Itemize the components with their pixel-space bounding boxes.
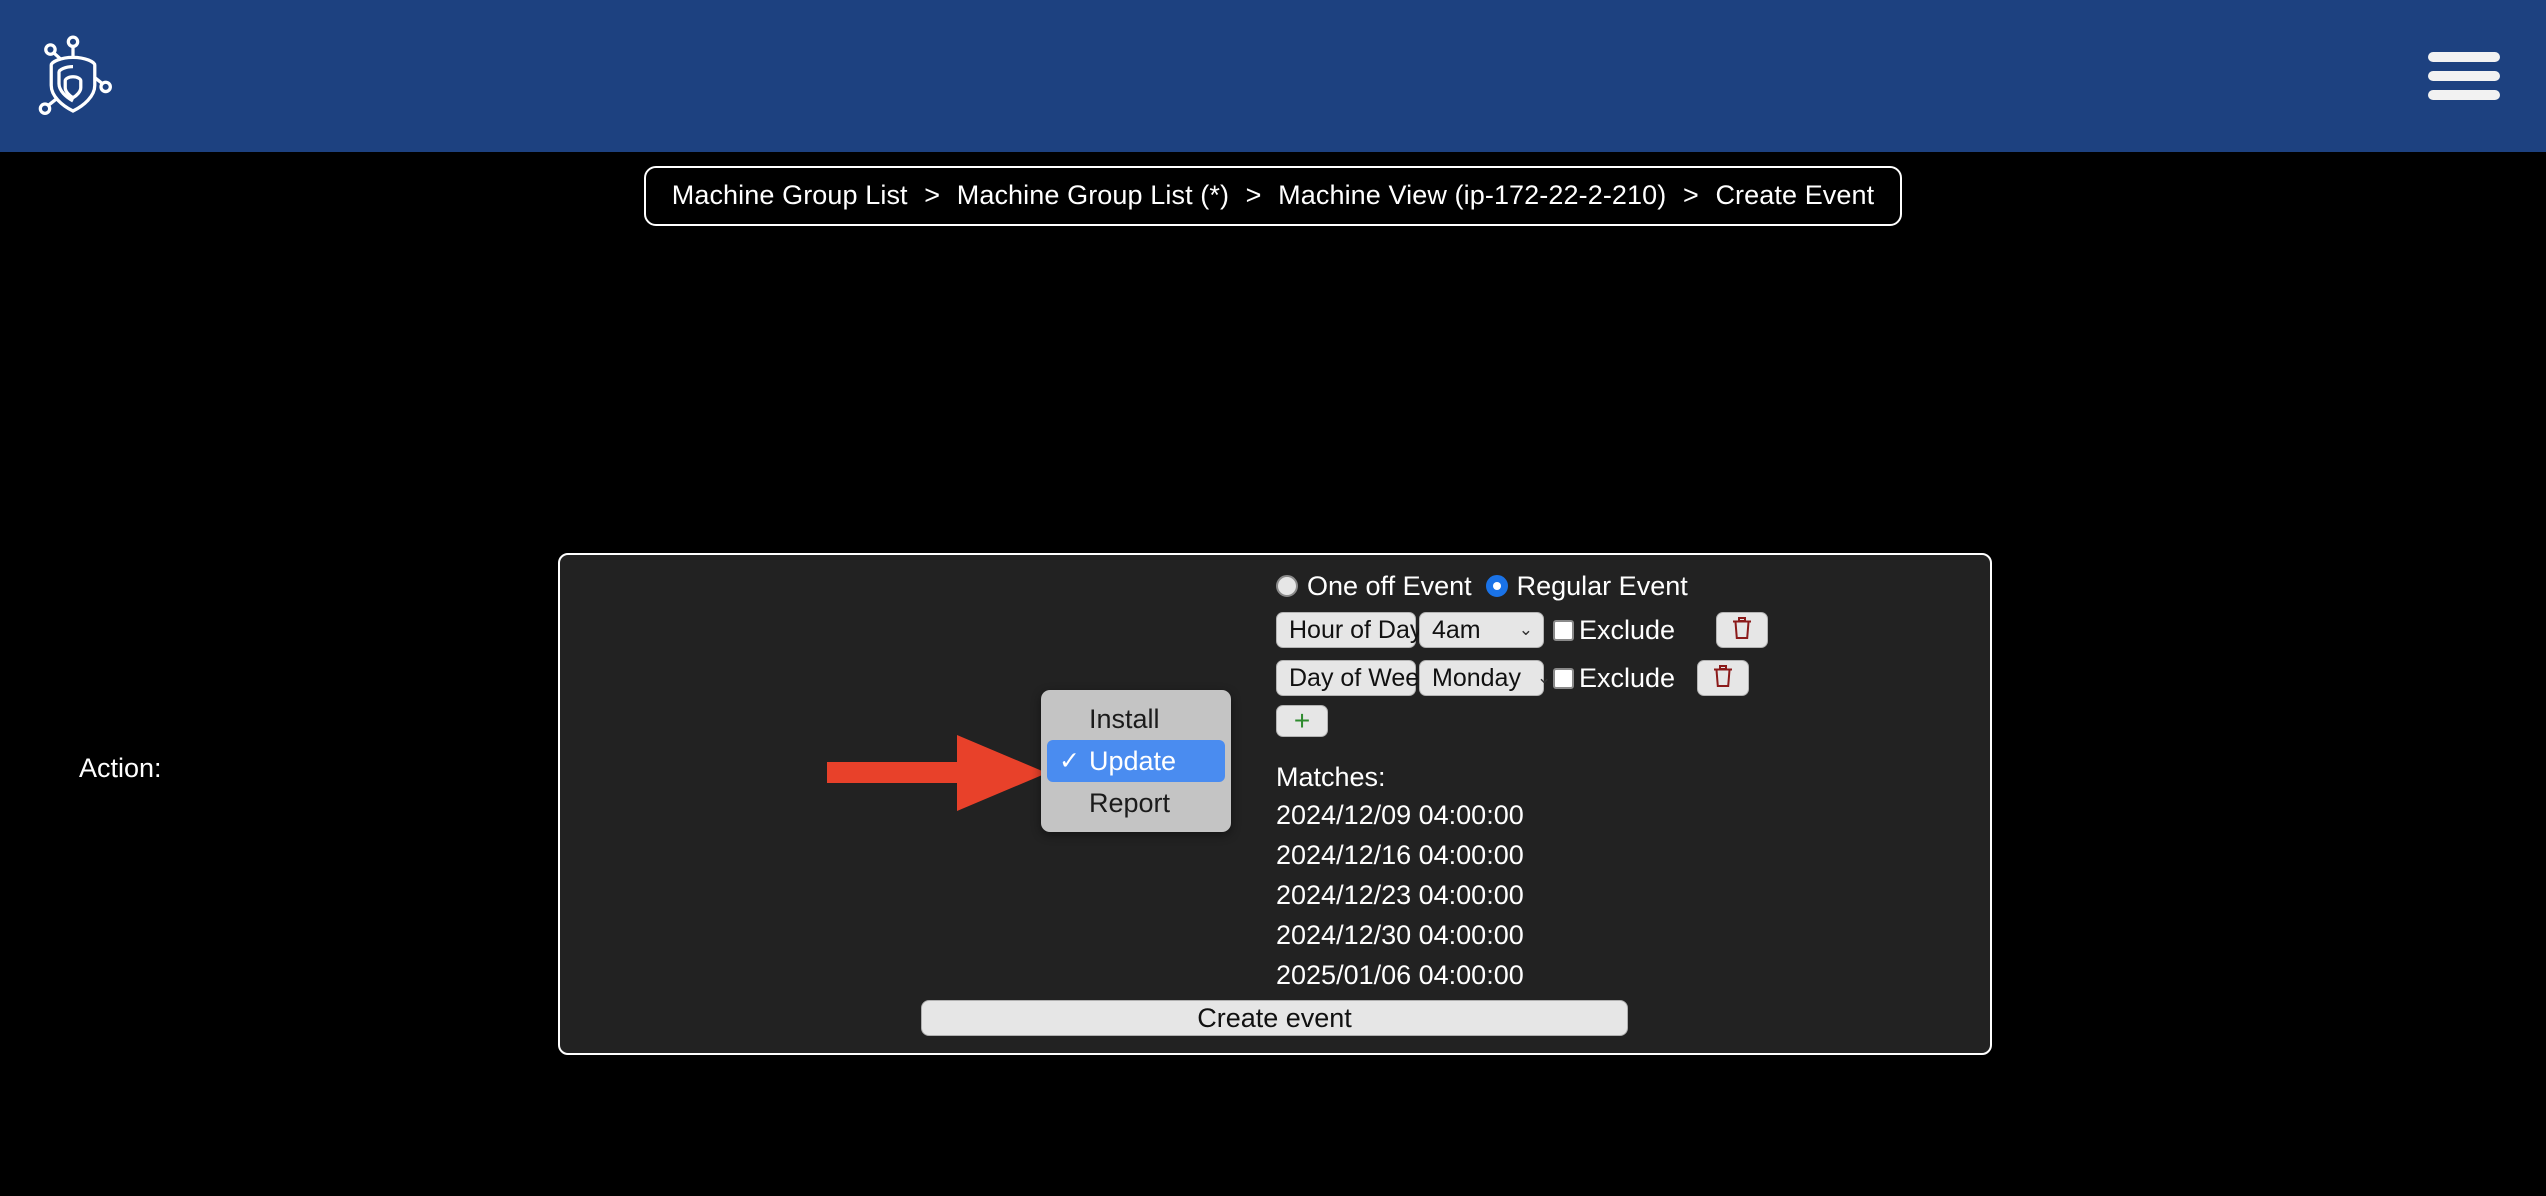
match-item: 2025/01/06 04:00:00 <box>1276 960 1524 990</box>
radio-one-off-event[interactable]: One off Event <box>1276 571 1472 602</box>
trash-icon <box>1730 615 1754 646</box>
create-event-panel <box>558 553 1992 1055</box>
breadcrumb-separator: > <box>1682 180 1699 210</box>
radio-regular-event[interactable]: Regular Event <box>1485 570 1688 602</box>
matches-heading: Matches: <box>1276 762 1386 792</box>
condition-value-select-0[interactable]: 4am ⌄ <box>1419 612 1544 648</box>
hamburger-bar <box>2428 90 2500 100</box>
checkmark-icon: ✓ <box>1059 747 1080 775</box>
delete-condition-button-1[interactable] <box>1697 660 1750 696</box>
trash-icon <box>1711 663 1735 694</box>
breadcrumb-item-2[interactable]: Machine View (ip-172-22-2-210) <box>1278 180 1666 210</box>
schedule-controls: One off Event Regular Event Hour of Day … <box>1276 570 1769 737</box>
breadcrumb: Machine Group List > Machine Group List … <box>643 166 1903 226</box>
app-header <box>0 0 2546 152</box>
match-item: 2024/12/16 04:00:00 <box>1276 840 1524 870</box>
exclude-label: Exclude <box>1579 662 1676 693</box>
dropdown-option-update[interactable]: ✓ Update <box>1047 740 1225 782</box>
dropdown-option-label: Install <box>1089 703 1160 734</box>
radio-button-icon[interactable] <box>1276 575 1298 597</box>
chevron-down-icon: ⌄ <box>1536 668 1552 687</box>
condition-field-select-1[interactable]: Day of Week ⌄ <box>1276 660 1462 696</box>
exclude-label: Exclude <box>1579 614 1676 645</box>
condition-row: Hour of Day ⌄ 4am ⌄ Exclude <box>1276 609 1769 651</box>
hamburger-bar <box>2428 71 2500 81</box>
exclude-checkbox-1[interactable] <box>1553 667 1574 689</box>
create-event-button[interactable]: Create event <box>921 1000 1628 1036</box>
breadcrumb-separator: > <box>924 180 941 210</box>
delete-condition-button-0[interactable] <box>1716 612 1769 648</box>
breadcrumb-item-0[interactable]: Machine Group List <box>672 180 908 210</box>
matches-list: Matches: 2024/12/09 04:00:00 2024/12/16 … <box>1276 762 1524 1000</box>
condition-row: Day of Week ⌄ Monday ⌄ Exclude <box>1276 657 1768 699</box>
condition-field-select-0[interactable]: Hour of Day ⌄ <box>1276 612 1453 648</box>
breadcrumb-container: Machine Group List > Machine Group List … <box>0 166 2546 226</box>
breadcrumb-separator: > <box>1245 180 1262 210</box>
radio-label: One off Event <box>1307 570 1472 601</box>
shield-circuit-logo-icon[interactable] <box>34 34 112 118</box>
radio-label: Regular Event <box>1516 570 1688 601</box>
exclude-checkbox-0[interactable] <box>1553 619 1574 641</box>
dropdown-option-label: Update <box>1089 745 1177 776</box>
select-value-label: 4am <box>1432 615 1481 644</box>
hamburger-menu-icon[interactable] <box>2428 46 2500 106</box>
exclude-checkbox-group-1[interactable]: Exclude <box>1553 663 1675 694</box>
add-condition-button[interactable]: + <box>1276 705 1328 737</box>
dropdown-option-install[interactable]: Install <box>1047 698 1225 740</box>
match-item: 2024/12/23 04:00:00 <box>1276 880 1524 910</box>
hamburger-bar <box>2428 52 2500 62</box>
breadcrumb-item-1[interactable]: Machine Group List (*) <box>957 180 1229 210</box>
action-dropdown-menu[interactable]: Install ✓ Update Report <box>1041 690 1231 832</box>
select-value-label: Hour of Day <box>1289 615 1423 644</box>
select-value-label: Monday <box>1432 663 1521 692</box>
condition-value-select-1[interactable]: Monday ⌄ <box>1419 660 1551 696</box>
action-field-label: Action: <box>79 753 162 783</box>
chevron-down-icon: ⌄ <box>1518 620 1533 639</box>
breadcrumb-item-3: Create Event <box>1715 180 1875 210</box>
dropdown-option-label: Report <box>1089 787 1171 818</box>
exclude-checkbox-group-0[interactable]: Exclude <box>1553 615 1675 646</box>
match-item: 2024/12/09 04:00:00 <box>1276 800 1524 830</box>
select-value-label: Day of Week <box>1289 663 1432 692</box>
dropdown-option-report[interactable]: Report <box>1047 782 1225 824</box>
red-right-arrow-annotation-icon <box>827 735 1047 811</box>
event-type-radio-group: One off Event Regular Event <box>1276 570 1768 602</box>
match-item: 2024/12/30 04:00:00 <box>1276 920 1524 950</box>
radio-button-icon[interactable] <box>1485 575 1508 597</box>
